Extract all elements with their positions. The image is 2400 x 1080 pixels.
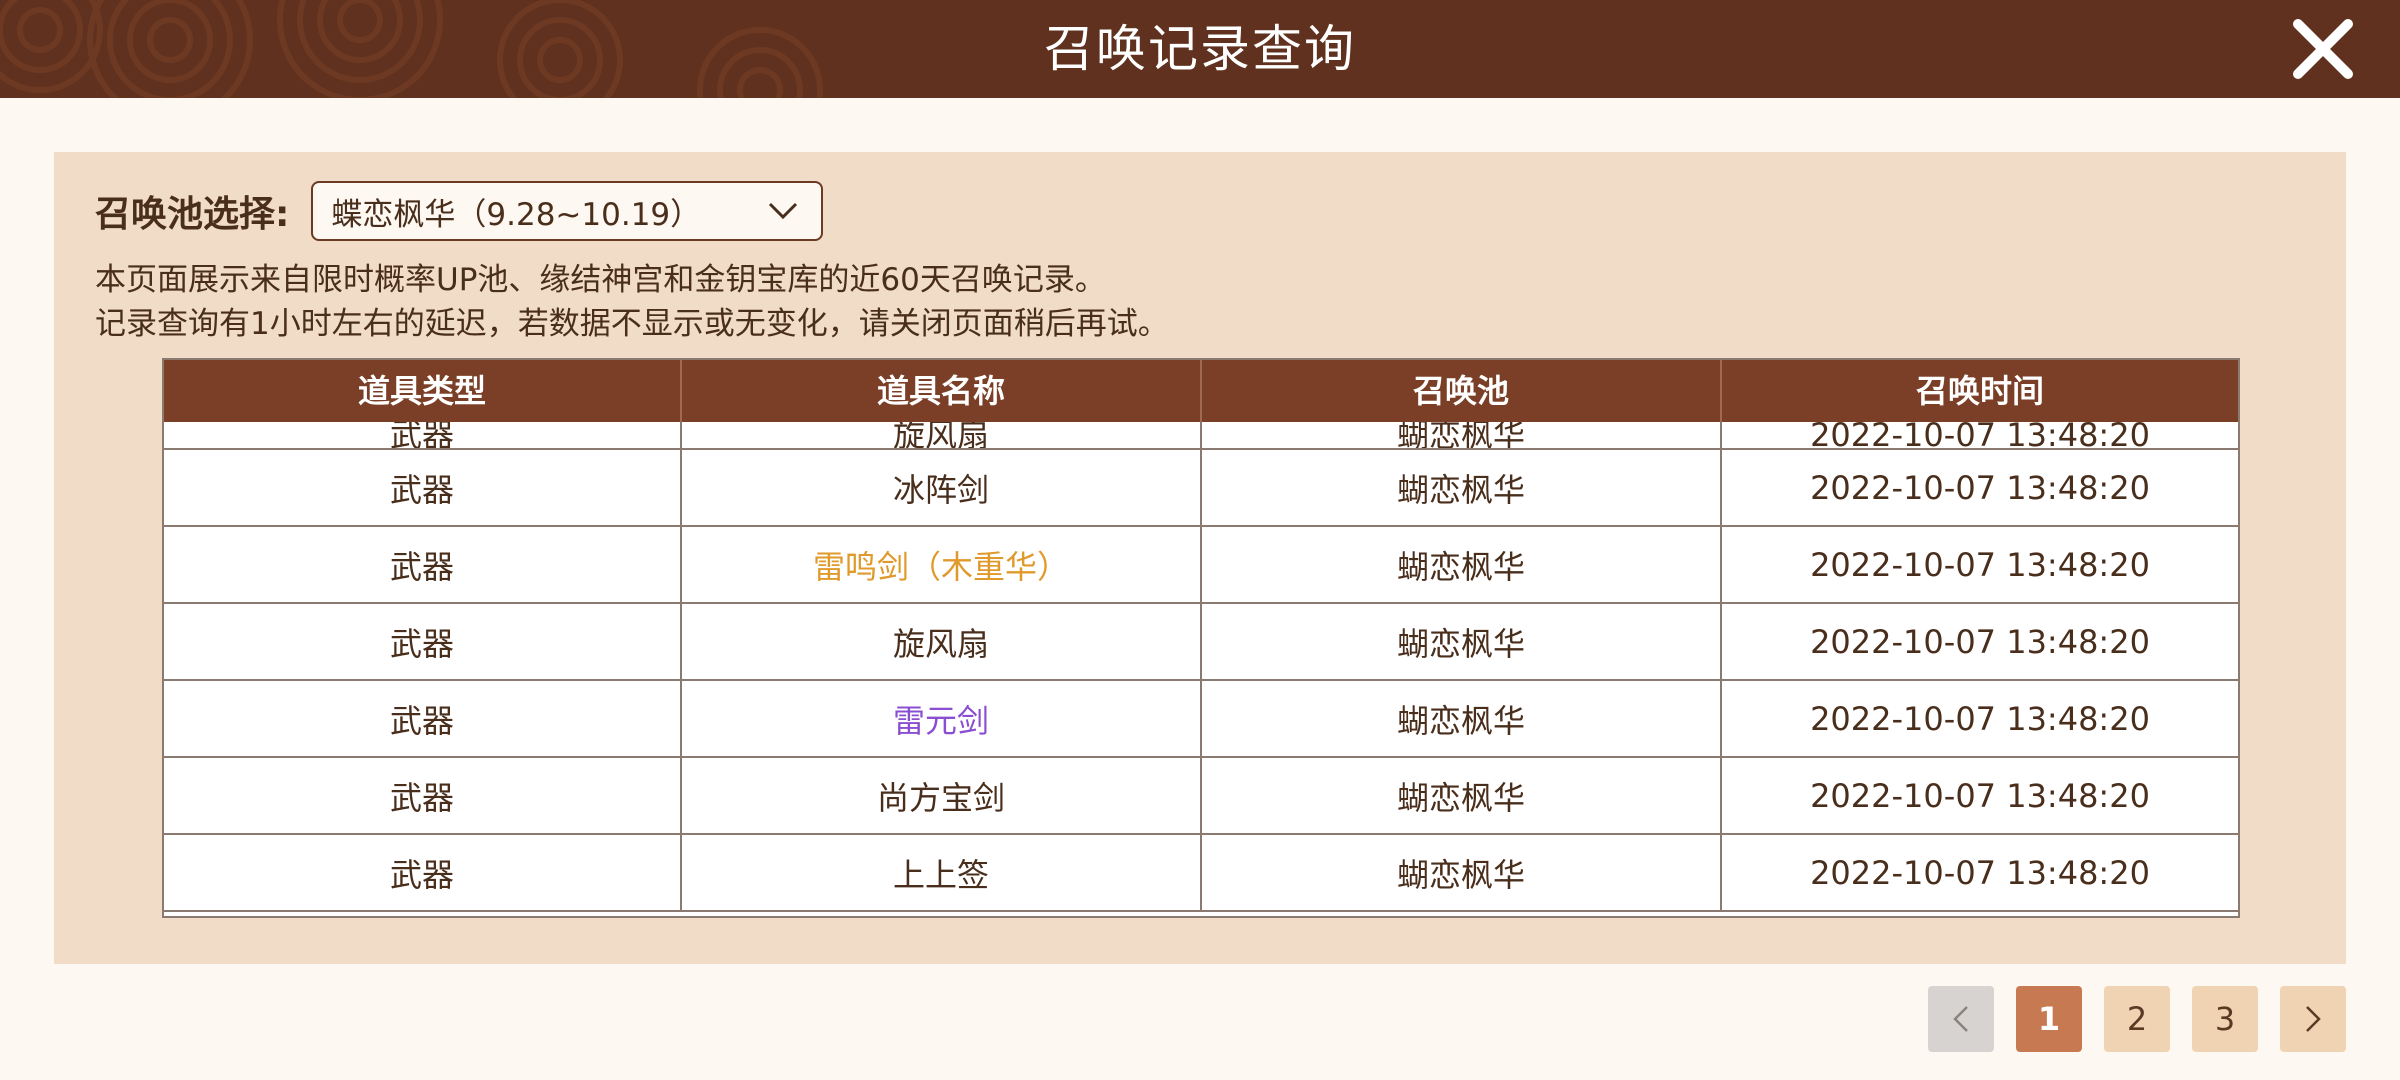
table-row: 武器 上上签 蝴恋枫华 2022-10-07 13:48:20: [164, 835, 2238, 912]
cell-pool: 蝴恋枫华: [1202, 681, 1722, 756]
chevron-down-icon: [769, 202, 798, 220]
notice-line-2: 记录查询有1小时左右的延迟，若数据不显示或无变化，请关闭页面稍后再试。: [95, 306, 1169, 342]
close-button[interactable]: [2290, 16, 2356, 82]
cell-time: 2022-10-07 13:48:20: [1810, 699, 2150, 738]
table-header: 道具类型 道具名称 召唤池 召唤时间: [164, 360, 2238, 422]
page-button-1[interactable]: 1: [2016, 986, 2082, 1052]
cell-pool: 蝴恋枫华: [1202, 450, 1722, 525]
cell-type: 武器: [164, 527, 682, 602]
chevron-left-icon: [1953, 1006, 1968, 1032]
pool-selected-value: 蝶恋枫华（9.28~10.19）: [331, 196, 702, 233]
chevron-right-icon: [2306, 1006, 2321, 1032]
cell-name: 冰阵剑: [682, 450, 1202, 525]
page-button-3[interactable]: 3: [2192, 986, 2258, 1052]
cell-name: 尚方宝剑: [682, 758, 1202, 833]
cell-time: 2022-10-07 13:48:20: [1810, 545, 2150, 584]
table-row: 武器 尚方宝剑 蝴恋枫华 2022-10-07 13:48:20: [164, 758, 2238, 835]
table-row: 武器 旋风扇 蝴恋枫华 2022-10-07 13:48:20: [164, 604, 2238, 681]
cell-type: 武器: [164, 422, 682, 448]
notice-line-1: 本页面展示来自限时概率UP池、缘结神宫和金钥宝库的近60天召唤记录。: [95, 262, 1106, 298]
cell-time: 2022-10-07 13:48:20: [1810, 422, 2150, 450]
pool-selector-row: 召唤池选择: 蝶恋枫华（9.28~10.19）: [95, 179, 824, 243]
cell-name: 雷元剑: [682, 681, 1202, 756]
cell-time: 2022-10-07 13:48:20: [1810, 622, 2150, 661]
cell-time: 2022-10-07 13:48:20: [1810, 468, 2150, 507]
cell-name: 旋风扇: [682, 422, 1202, 448]
cell-time: 2022-10-07 13:48:20: [1810, 776, 2150, 815]
page-button-2[interactable]: 2: [2104, 986, 2170, 1052]
table-body: 武器 旋风扇 蝴恋枫华 2022-10-07 13:48:20 武器 冰阵剑 蝴…: [164, 422, 2238, 912]
cell-type: 武器: [164, 604, 682, 679]
column-header-time: 召唤时间: [1915, 372, 2044, 410]
page-title: 召唤记录查询: [1044, 20, 1356, 78]
content-panel: 召唤池选择: 蝶恋枫华（9.28~10.19） 本页面展示来自限时概率UP池、缘…: [54, 152, 2346, 964]
cell-name: 上上签: [682, 835, 1202, 910]
header-bar: 召唤记录查询: [0, 0, 2400, 98]
cell-pool: 蝴恋枫华: [1202, 758, 1722, 833]
next-page-button[interactable]: [2280, 986, 2346, 1052]
table-row-partial: 武器 旋风扇 蝴恋枫华 2022-10-07 13:48:20: [164, 422, 2238, 450]
column-header-name: 道具名称: [682, 360, 1202, 422]
cell-pool: 蝴恋枫华: [1202, 835, 1722, 910]
table-row: 武器 雷元剑 蝴恋枫华 2022-10-07 13:48:20: [164, 681, 2238, 758]
cell-type: 武器: [164, 758, 682, 833]
close-icon: [2293, 19, 2353, 79]
cell-type: 武器: [164, 835, 682, 910]
summon-record-page: 召唤记录查询 召唤池选择: 蝶恋枫华（9.28~10.19） 本页面展示来自限时…: [0, 0, 2400, 1080]
notice-text: 本页面展示来自限时概率UP池、缘结神宫和金钥宝库的近60天召唤记录。 记录查询有…: [95, 258, 1169, 346]
table-row: 武器 雷鸣剑（木重华） 蝴恋枫华 2022-10-07 13:48:20: [164, 527, 2238, 604]
pool-label: 召唤池选择:: [95, 194, 290, 235]
cell-name: 旋风扇: [682, 604, 1202, 679]
cell-pool: 蝴恋枫华: [1202, 422, 1722, 448]
cell-type: 武器: [164, 450, 682, 525]
cell-pool: 蝴恋枫华: [1202, 527, 1722, 602]
pool-dropdown[interactable]: 蝶恋枫华（9.28~10.19）: [311, 181, 824, 241]
column-header-type: 道具类型: [164, 360, 682, 422]
cell-pool: 蝴恋枫华: [1202, 604, 1722, 679]
cell-type: 武器: [164, 681, 682, 756]
table-row: 武器 冰阵剑 蝴恋枫华 2022-10-07 13:48:20: [164, 450, 2238, 527]
cell-name: 雷鸣剑（木重华）: [682, 527, 1202, 602]
record-table[interactable]: 道具类型 道具名称 召唤池 召唤时间 武器 旋风扇 蝴恋枫华 2022-10-0…: [162, 358, 2240, 918]
column-header-pool: 召唤池: [1202, 360, 1722, 422]
prev-page-button[interactable]: [1928, 986, 1994, 1052]
cell-time: 2022-10-07 13:48:20: [1810, 853, 2150, 892]
pagination: 1 2 3: [1928, 986, 2346, 1052]
